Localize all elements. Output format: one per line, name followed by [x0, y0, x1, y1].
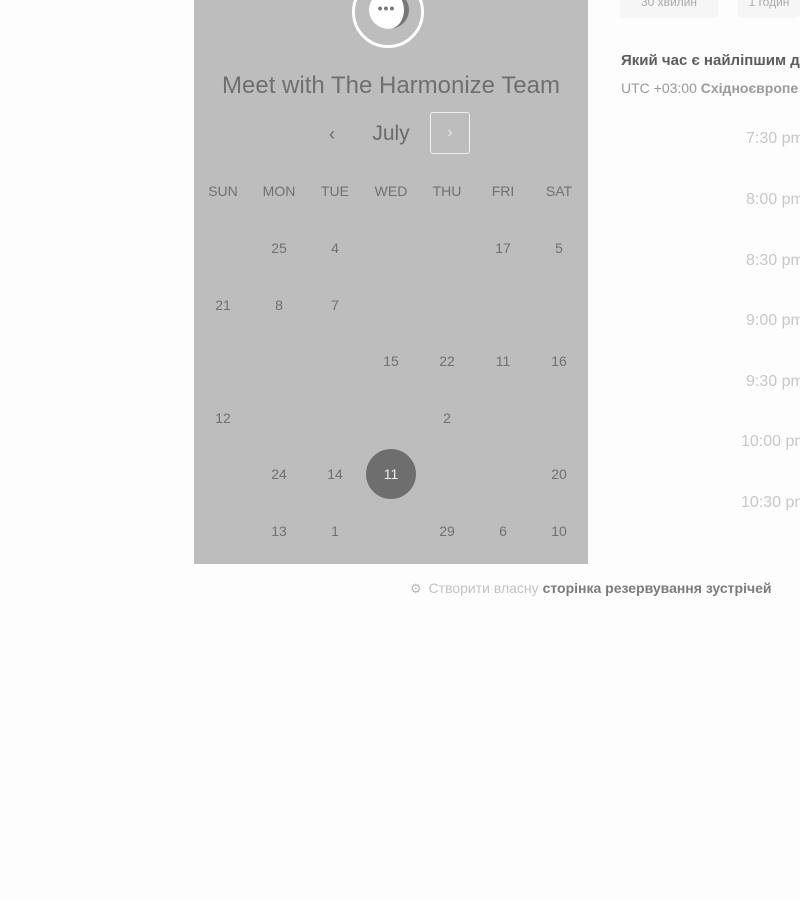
- weekday-label: FRI: [491, 183, 515, 199]
- footer-link[interactable]: сторінка резервування зустрічей: [543, 580, 772, 596]
- calendar-empty-cell: [363, 390, 419, 447]
- weekday-label: WED: [374, 183, 408, 199]
- calendar-empty-cell: [475, 277, 531, 334]
- calendar-day[interactable]: 1: [307, 503, 363, 560]
- calendar-day[interactable]: 13: [251, 503, 307, 560]
- calendar-empty-cell: [251, 390, 307, 447]
- calendar-day[interactable]: 29: [419, 503, 475, 560]
- weekday-label: SAT: [545, 183, 573, 199]
- calendar-day-selected[interactable]: 11: [363, 446, 419, 503]
- calendar-day[interactable]: 2: [419, 390, 475, 447]
- calendar-empty-cell: [531, 277, 587, 334]
- time-slot[interactable]: 10:00 pm: [741, 433, 800, 451]
- calendar-day[interactable]: 16: [531, 333, 587, 390]
- calendar-day[interactable]: 21: [195, 277, 251, 334]
- time-slot[interactable]: 8:00 pm: [746, 191, 800, 209]
- time-slot[interactable]: 7:30 pm: [746, 130, 800, 148]
- calendar-day[interactable]: 4: [307, 220, 363, 277]
- month-navigation: ‹ July ›: [194, 112, 588, 156]
- calendar-empty-cell: [251, 333, 307, 390]
- time-slot[interactable]: 10:30 pm: [741, 494, 800, 512]
- weekday-label: THU: [432, 183, 462, 199]
- calendar-empty-cell: [195, 503, 251, 560]
- calendar-day[interactable]: 10: [531, 503, 587, 560]
- calendar-empty-cell: [195, 333, 251, 390]
- month-label: July: [372, 122, 410, 145]
- footer-branding: ⚙ Створити власну сторінка резервування …: [410, 580, 771, 597]
- calendar-empty-cell: [307, 333, 363, 390]
- weekday-label: SUN: [208, 183, 238, 199]
- calendar-day[interactable]: 15: [363, 333, 419, 390]
- calendar-empty-cell: [531, 390, 587, 447]
- duration-options: 30 хвилин 1 годин: [620, 0, 800, 18]
- calendar-empty-cell: [307, 390, 363, 447]
- calendar-grid: 25 4 17 5 21 8 7 15 22 11 16 12 2 24 14 11 20 13 1 29 6 10: [195, 220, 587, 559]
- weekday-header: SUN MON TUE WED THU FRI SAT: [195, 183, 587, 199]
- footer-prefix: Створити власну: [428, 580, 539, 596]
- timezone-name: Східноєвропе: [700, 80, 799, 96]
- time-slot[interactable]: 9:30 pm: [746, 373, 800, 391]
- calendar-empty-cell: [195, 220, 251, 277]
- calendar-day[interactable]: 7: [307, 277, 363, 334]
- sprocket-icon: ⚙: [410, 581, 422, 596]
- calendar-panel: ••• Meet with The Harmonize Team ‹ July …: [194, 0, 588, 564]
- calendar-empty-cell: [363, 503, 419, 560]
- weekday-label: TUE: [321, 183, 349, 199]
- avatar: •••: [352, 0, 424, 48]
- time-question-heading: Який час є найліпшим д: [621, 52, 800, 69]
- calendar-day[interactable]: 12: [195, 390, 251, 447]
- selected-day-label: 11: [366, 449, 416, 500]
- chat-bubble-icon: •••: [369, 0, 409, 29]
- duration-option[interactable]: 30 хвилин: [620, 0, 718, 18]
- calendar-day[interactable]: 22: [419, 333, 475, 390]
- calendar-empty-cell: [475, 446, 531, 503]
- page-title: Meet with The Harmonize Team: [222, 72, 560, 99]
- calendar-empty-cell: [363, 220, 419, 277]
- calendar-day[interactable]: 11: [475, 333, 531, 390]
- calendar-empty-cell: [419, 277, 475, 334]
- calendar-day[interactable]: 17: [475, 220, 531, 277]
- time-slot[interactable]: 8:30 pm: [746, 252, 800, 270]
- timezone-label[interactable]: UTC +03:00 Східноєвропе: [621, 80, 798, 96]
- calendar-day[interactable]: 25: [251, 220, 307, 277]
- calendar-day[interactable]: 8: [251, 277, 307, 334]
- time-slot[interactable]: 9:00 pm: [746, 312, 800, 330]
- calendar-empty-cell: [195, 446, 251, 503]
- calendar-empty-cell: [419, 446, 475, 503]
- timezone-offset: UTC +03:00: [621, 80, 697, 96]
- calendar-empty-cell: [363, 277, 419, 334]
- calendar-day[interactable]: 24: [251, 446, 307, 503]
- calendar-day[interactable]: 6: [475, 503, 531, 560]
- calendar-day[interactable]: 20: [531, 446, 587, 503]
- next-month-button[interactable]: ›: [430, 112, 470, 154]
- calendar-day[interactable]: 5: [531, 220, 587, 277]
- calendar-day[interactable]: 14: [307, 446, 363, 503]
- weekday-label: MON: [262, 183, 296, 199]
- calendar-empty-cell: [419, 220, 475, 277]
- calendar-empty-cell: [475, 390, 531, 447]
- duration-option[interactable]: 1 годин: [738, 0, 800, 18]
- prev-month-button[interactable]: ‹: [318, 112, 346, 156]
